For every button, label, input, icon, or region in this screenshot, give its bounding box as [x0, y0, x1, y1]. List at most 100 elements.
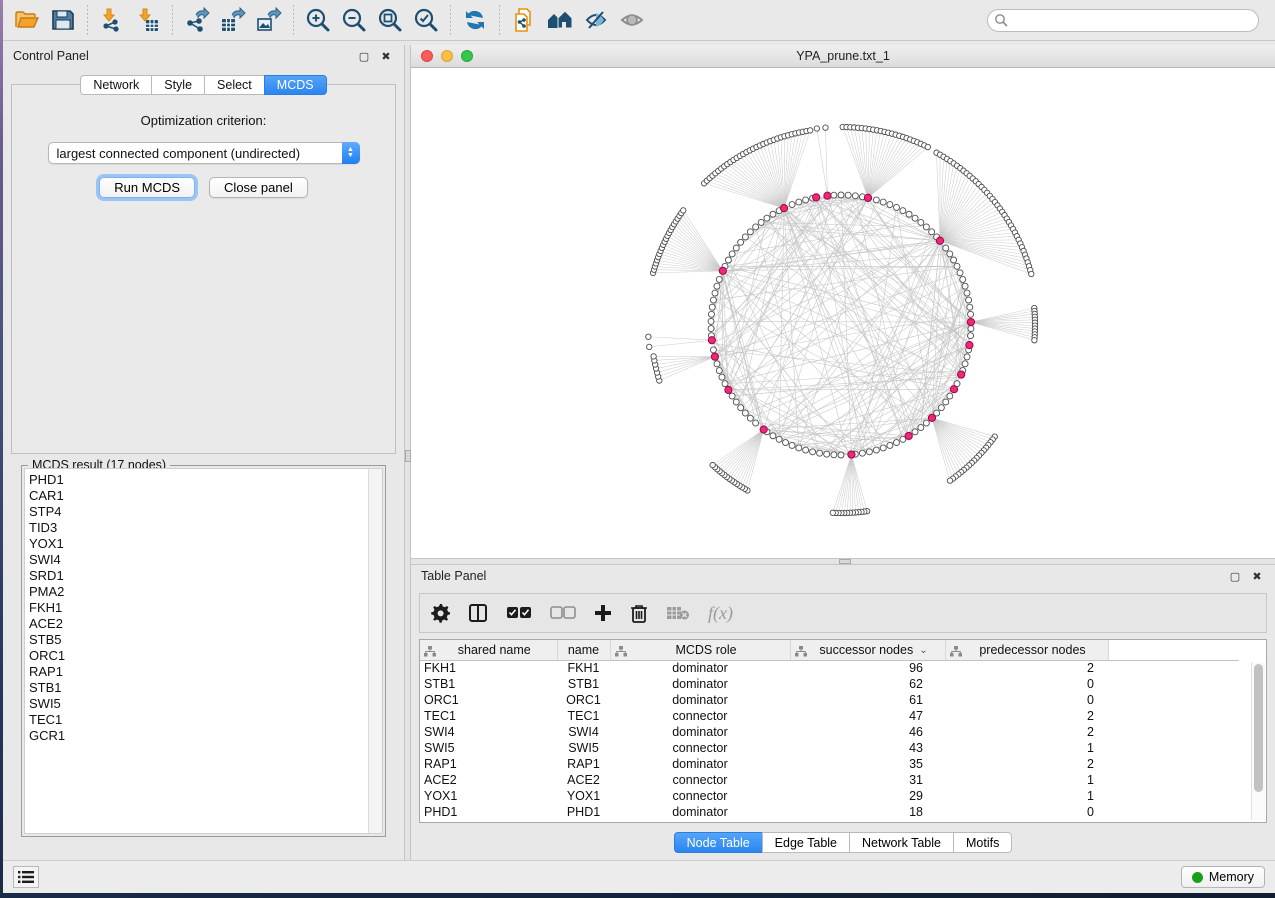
table-cell[interactable]: dominator: [610, 676, 790, 692]
mcds-hub-node[interactable]: [967, 318, 974, 325]
column-header-successor-nodes[interactable]: successor nodes⌄: [790, 640, 945, 660]
column-menu-icon[interactable]: ⌄: [919, 645, 927, 656]
table-cell[interactable]: dominator: [610, 724, 790, 740]
table-cell[interactable]: 62: [790, 676, 945, 692]
mcds-hub-node[interactable]: [725, 386, 732, 393]
table-cell[interactable]: FKH1: [557, 660, 610, 676]
table-cell[interactable]: 31: [790, 772, 945, 788]
mcds-result-scrollbar[interactable]: [368, 469, 382, 833]
mcds-hub-node[interactable]: [936, 237, 943, 244]
table-options-gear-icon[interactable]: [430, 603, 450, 623]
mcds-result-item[interactable]: SWI4: [29, 552, 368, 568]
import-table-icon[interactable]: [133, 5, 163, 35]
tab-motifs[interactable]: Motifs: [953, 832, 1012, 853]
mcds-hub-node[interactable]: [848, 451, 855, 458]
node-table-header-row[interactable]: shared namenameMCDS rolesuccessor nodes⌄…: [420, 640, 1239, 660]
table-cell[interactable]: dominator: [610, 756, 790, 772]
table-cell[interactable]: 0: [945, 692, 1108, 708]
close-panel-icon[interactable]: ✖: [1249, 568, 1265, 584]
table-cell[interactable]: RAP1: [557, 756, 610, 772]
tab-style[interactable]: Style: [151, 75, 204, 95]
column-header-predecessor-nodes[interactable]: predecessor nodes: [945, 640, 1108, 660]
column-header-shared-name[interactable]: shared name: [420, 640, 557, 660]
mcds-result-item[interactable]: STP4: [29, 504, 368, 520]
table-cell[interactable]: 35: [790, 756, 945, 772]
horizontal-splitter[interactable]: [411, 558, 1275, 565]
table-cell[interactable]: connector: [610, 788, 790, 804]
zoom-in-icon[interactable]: [303, 5, 333, 35]
table-cell[interactable]: 46: [790, 724, 945, 740]
mcds-hub-node[interactable]: [950, 386, 957, 393]
tab-node-table[interactable]: Node Table: [674, 832, 762, 853]
table-cell[interactable]: FKH1: [420, 660, 557, 676]
table-cell[interactable]: ORC1: [420, 692, 557, 708]
mcds-result-item[interactable]: SWI5: [29, 696, 368, 712]
table-row[interactable]: PHD1PHD1dominator180: [420, 804, 1239, 820]
table-cell[interactable]: SWI5: [420, 740, 557, 756]
table-cell[interactable]: 47: [790, 708, 945, 724]
table-cell[interactable]: 2: [945, 756, 1108, 772]
tab-select[interactable]: Select: [204, 75, 264, 95]
mcds-hub-node[interactable]: [813, 194, 820, 201]
mcds-hub-node[interactable]: [824, 192, 831, 199]
table-scrollbar[interactable]: [1251, 662, 1265, 820]
refresh-view-icon[interactable]: [460, 5, 490, 35]
column-header-name[interactable]: name: [557, 640, 610, 660]
mcds-result-item[interactable]: PHD1: [29, 472, 368, 488]
mcds-result-item[interactable]: YOX1: [29, 536, 368, 552]
table-cell[interactable]: STB1: [557, 676, 610, 692]
mcds-result-item[interactable]: STB1: [29, 680, 368, 696]
mcds-result-item[interactable]: ORC1: [29, 648, 368, 664]
table-cell[interactable]: ACE2: [557, 772, 610, 788]
mcds-result-item[interactable]: SRD1: [29, 568, 368, 584]
table-cell[interactable]: PHD1: [420, 804, 557, 820]
float-panel-icon[interactable]: ▢: [356, 48, 372, 64]
table-cell[interactable]: connector: [610, 708, 790, 724]
table-row[interactable]: TEC1TEC1connector472: [420, 708, 1239, 724]
mcds-hub-node[interactable]: [864, 194, 871, 201]
network-overview-icon[interactable]: [545, 5, 575, 35]
deselect-all-rows-icon[interactable]: [550, 606, 576, 620]
table-cell[interactable]: ACE2: [420, 772, 557, 788]
table-cell[interactable]: RAP1: [420, 756, 557, 772]
table-cell[interactable]: YOX1: [557, 788, 610, 804]
mcds-hub-node[interactable]: [711, 353, 718, 360]
clone-network-icon[interactable]: [509, 5, 539, 35]
table-cell[interactable]: 18: [790, 804, 945, 820]
table-row[interactable]: FKH1FKH1dominator962: [420, 660, 1239, 676]
mcds-hub-node[interactable]: [928, 414, 935, 421]
table-cell[interactable]: SWI4: [557, 724, 610, 740]
zoom-selected-icon[interactable]: [411, 5, 441, 35]
table-cell[interactable]: 2: [945, 724, 1108, 740]
table-cell[interactable]: ORC1: [557, 692, 610, 708]
mcds-result-item[interactable]: GCR1: [29, 728, 368, 744]
mcds-result-item[interactable]: FKH1: [29, 600, 368, 616]
close-panel-button[interactable]: Close panel: [209, 177, 308, 198]
table-row[interactable]: YOX1YOX1connector291: [420, 788, 1239, 804]
search-input[interactable]: [987, 9, 1259, 32]
mcds-hub-node[interactable]: [719, 267, 726, 274]
delete-column-icon[interactable]: [630, 603, 648, 623]
select-all-rows-icon[interactable]: [506, 606, 532, 620]
table-cell[interactable]: 2: [945, 708, 1108, 724]
mcds-result-item[interactable]: ACE2: [29, 616, 368, 632]
network-graph[interactable]: [411, 68, 1275, 558]
network-canvas[interactable]: [411, 68, 1275, 558]
float-panel-icon[interactable]: ▢: [1227, 568, 1243, 584]
table-cell[interactable]: PHD1: [557, 804, 610, 820]
open-session-icon[interactable]: [12, 5, 42, 35]
zoom-fit-icon[interactable]: [375, 5, 405, 35]
export-network-icon[interactable]: [182, 5, 212, 35]
tab-edge-table[interactable]: Edge Table: [762, 832, 849, 853]
network-window-titlebar[interactable]: YPA_prune.txt_1: [411, 45, 1275, 68]
table-cell[interactable]: SWI4: [420, 724, 557, 740]
mcds-hub-node[interactable]: [958, 371, 965, 378]
splitter-grip[interactable]: [839, 559, 851, 564]
table-row[interactable]: SWI4SWI4dominator462: [420, 724, 1239, 740]
mcds-result-item[interactable]: RAP1: [29, 664, 368, 680]
table-row[interactable]: SWI5SWI5connector431: [420, 740, 1239, 756]
memory-button[interactable]: Memory: [1181, 866, 1265, 888]
table-cell[interactable]: 1: [945, 740, 1108, 756]
column-header-MCDS-role[interactable]: MCDS role: [610, 640, 790, 660]
table-cell[interactable]: dominator: [610, 804, 790, 820]
